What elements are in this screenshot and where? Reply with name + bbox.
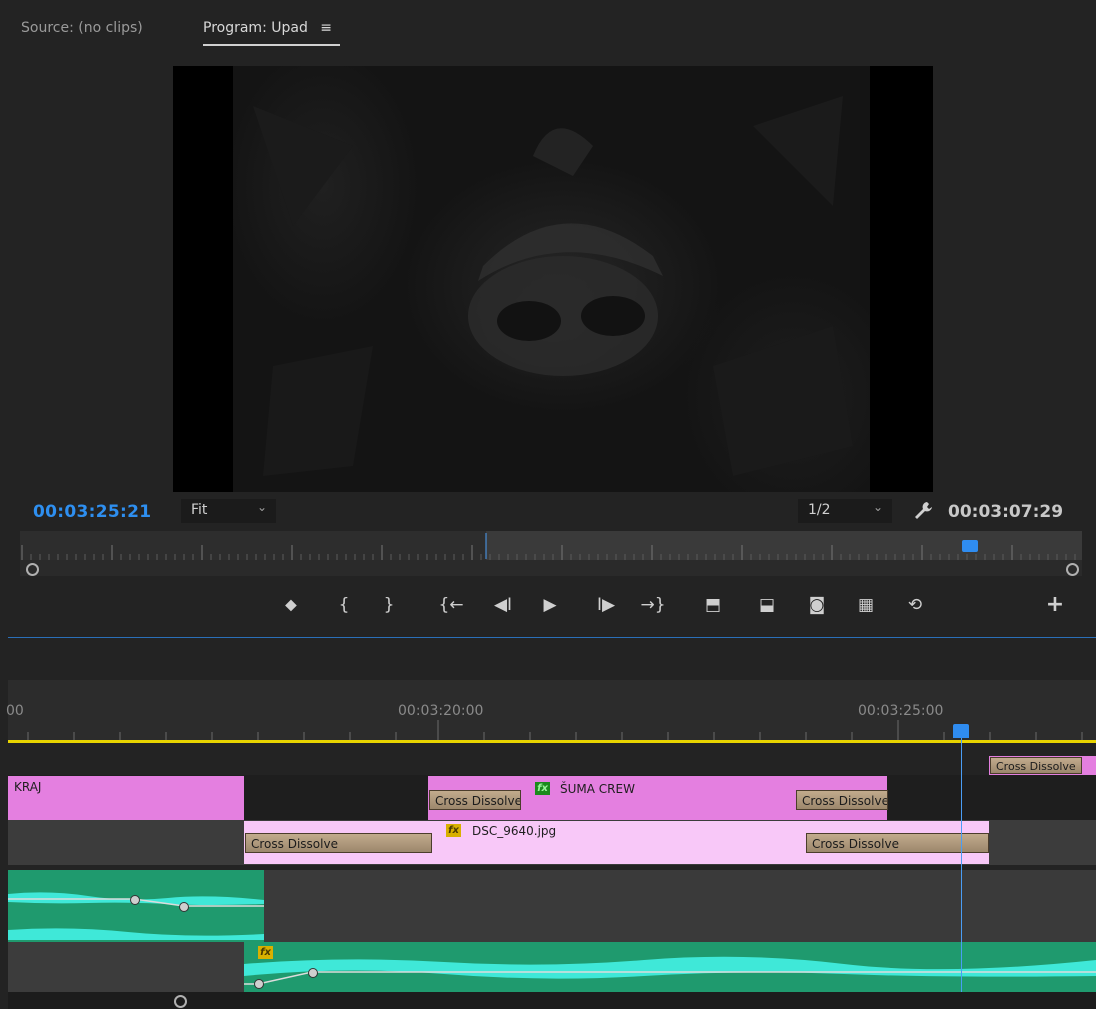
zoom-scroll-bar[interactable] [20,560,1082,576]
lift-icon: ⬒ [704,595,722,615]
clip-suma-label: ŠUMA CREW [560,782,635,796]
go-to-in-button[interactable]: {← [438,592,464,618]
zoom-handle-right[interactable] [1066,563,1079,576]
program-frame-image [233,66,870,492]
step-forward-icon: I▶ [596,595,616,615]
overwrite-button[interactable]: ⟲ [902,592,928,618]
button-editor-button[interactable]: + [1042,592,1068,618]
chevron-down-icon: ⌄ [872,500,883,514]
chevron-down-icon: ⌄ [256,500,267,514]
transition-cross-dissolve[interactable]: Cross Dissolve [429,790,521,810]
ruler-label-3-20: 00:03:20:00 [398,703,484,719]
transition-cross-dissolve[interactable]: Cross Dissolve [796,790,888,810]
clip-kraj-label: KRAJ [14,780,42,794]
mark-in-icon: { [338,595,350,615]
mark-out-icon: } [383,595,395,615]
insert-icon: ▦ [857,595,875,615]
transition-cross-dissolve[interactable]: Cross Dissolve [990,757,1082,774]
transition-cross-dissolve[interactable]: Cross Dissolve [245,833,432,853]
ruler-label-3-25: 00:03:25:00 [858,703,944,719]
duration-timecode: 00:03:07:29 [948,502,1064,522]
play-icon: ▶ [543,595,557,615]
panel-divider [8,637,1096,638]
play-button[interactable]: ▶ [537,592,563,618]
tab-source[interactable]: Source: (no clips) [21,20,143,36]
step-back-button[interactable]: ◀I [490,592,516,618]
keyframe[interactable] [130,895,140,905]
zoom-select[interactable]: Fit ⌄ [181,499,276,523]
audio-clip-a1[interactable] [8,870,264,942]
camera-icon: ◙ [808,595,826,615]
plus-icon: + [1045,592,1065,617]
clip-dsc-label: DSC_9640.jpg [472,824,557,838]
lift-button[interactable]: ⬒ [700,592,726,618]
timeline-playhead[interactable] [953,724,969,738]
mark-in-button[interactable]: { [331,592,357,618]
ruler-label-start: 00 [6,703,24,719]
track-v3 [8,744,1096,774]
panel-menu-icon[interactable]: ≡ [320,20,332,36]
extract-icon: ⬓ [758,595,776,615]
zoom-handle-left[interactable] [26,563,39,576]
marker-icon: ⬥ [285,595,297,615]
zoom-value: Fit [191,502,208,518]
fx-badge-icon: fx [446,824,461,837]
insert-button[interactable]: ▦ [853,592,879,618]
resolution-select[interactable]: 1/2 ⌄ [798,499,892,523]
program-video-frame [173,66,933,492]
work-area-bar[interactable] [8,740,1096,743]
playhead-line [961,734,962,992]
clip-kraj[interactable]: KRAJ [8,776,244,820]
timeline-scrollbar[interactable] [8,992,1096,1009]
export-frame-button[interactable]: ◙ [804,592,830,618]
tab-active-underline [203,44,340,46]
tab-program[interactable]: Program: Upad ≡ [203,20,332,36]
go-to-out-icon: →} [640,595,666,615]
step-forward-button[interactable]: I▶ [593,592,619,618]
fx-badge-icon: fx [535,782,550,795]
keyframe[interactable] [254,979,264,989]
keyframe[interactable] [179,902,189,912]
tab-program-label: Program: Upad [203,20,308,36]
playhead-timecode[interactable]: 00:03:25:21 [33,502,151,522]
audio-clip-a2[interactable]: fx [244,942,1096,992]
step-back-icon: ◀I [493,595,513,615]
overwrite-icon: ⟲ [907,595,923,615]
resolution-value: 1/2 [808,502,831,518]
extract-button[interactable]: ⬓ [754,592,780,618]
add-marker-button[interactable]: ⬥ [278,592,304,618]
monitor-time-ruler[interactable] [20,531,1082,561]
settings-wrench-icon[interactable] [912,500,934,522]
mark-out-button[interactable]: } [376,592,402,618]
monitor-playhead[interactable] [962,540,978,552]
keyframe[interactable] [308,968,318,978]
go-to-in-icon: {← [438,595,464,615]
go-to-out-button[interactable]: →} [640,592,666,618]
fx-badge-icon: fx [258,946,273,959]
timeline-zoom-handle[interactable] [174,995,187,1008]
